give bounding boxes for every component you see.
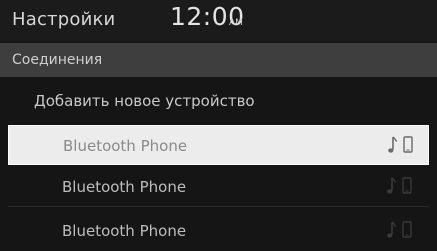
device-item-1[interactable]: Bluetooth Phone xyxy=(8,125,429,165)
settings-screen: Настройки 12:00 AM Соединения Добавить н… xyxy=(0,0,437,251)
add-new-device-label: Добавить новое устройство xyxy=(34,92,255,110)
device-item-2[interactable]: Bluetooth Phone xyxy=(0,167,437,207)
phone-icon xyxy=(403,136,413,153)
music-note-icon xyxy=(387,177,396,194)
status-bar: Настройки 12:00 AM xyxy=(0,0,437,41)
device-name: Bluetooth Phone xyxy=(63,137,188,155)
add-new-device-item[interactable]: Добавить новое устройство xyxy=(0,81,437,120)
music-note-icon xyxy=(388,136,397,153)
phone-icon xyxy=(402,177,412,194)
page-title: Настройки xyxy=(12,9,116,30)
device-name: Bluetooth Phone xyxy=(62,222,187,240)
row-divider xyxy=(8,206,429,207)
clock-ampm: AM xyxy=(229,18,243,28)
section-title: Соединения xyxy=(12,52,103,68)
device-item-3[interactable]: Bluetooth Phone xyxy=(0,211,437,251)
device-name: Bluetooth Phone xyxy=(62,178,187,196)
phone-icon xyxy=(402,221,412,238)
music-note-icon xyxy=(387,221,396,238)
section-header: Соединения xyxy=(0,43,437,77)
